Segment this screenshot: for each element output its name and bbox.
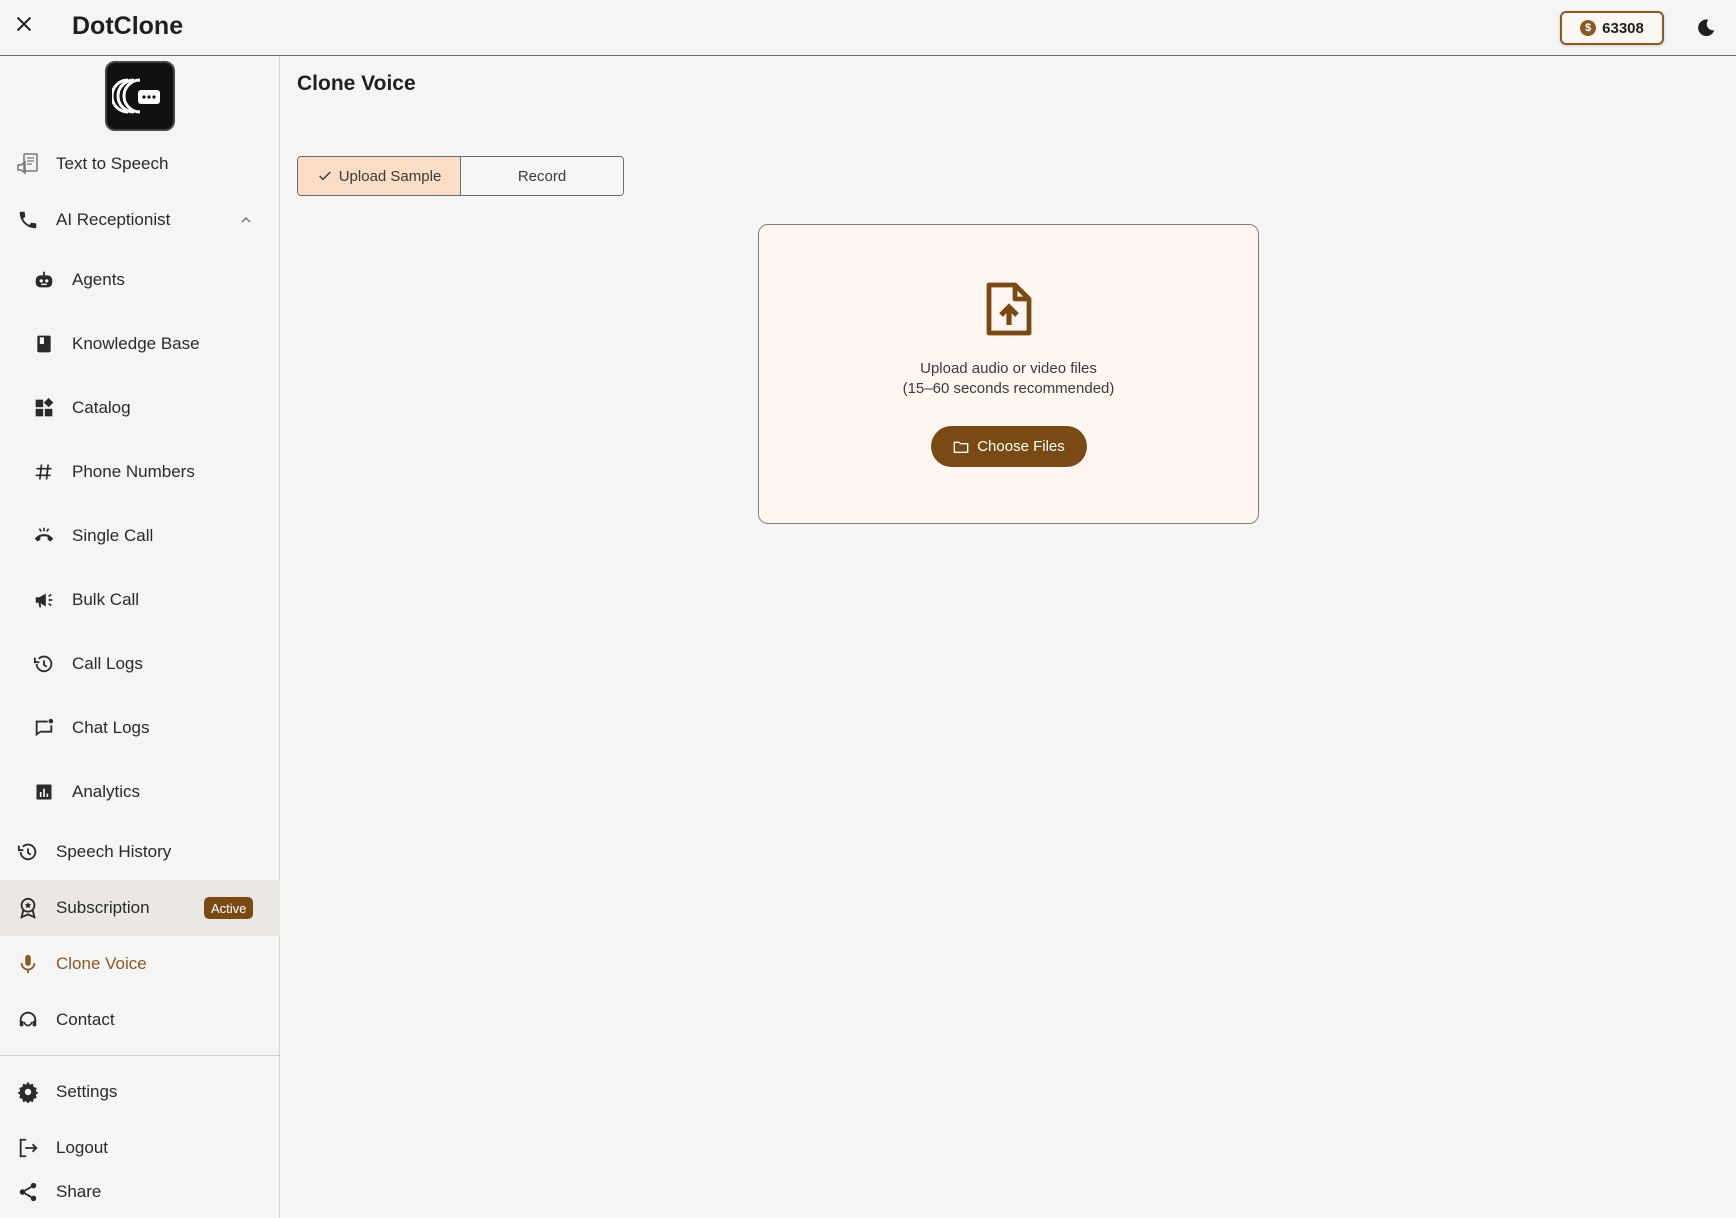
dollar-coin-icon: $ bbox=[1580, 20, 1597, 36]
sidebar-item-label: Analytics bbox=[72, 782, 141, 801]
moon-icon bbox=[1698, 19, 1715, 37]
sidebar-item-text-to-speech[interactable]: Text to Speech bbox=[0, 140, 280, 188]
sidebar-item-label: Chat Logs bbox=[72, 718, 150, 737]
sidebar-item-label: Settings bbox=[56, 1082, 118, 1101]
sidebar-item-label: Single Call bbox=[72, 526, 154, 545]
sidebar-item-logout[interactable]: Logout bbox=[0, 1124, 280, 1172]
sidebar-item-call-logs[interactable]: Call Logs bbox=[0, 640, 280, 688]
sidebar-item-share[interactable]: Share bbox=[0, 1168, 280, 1216]
choose-files-button[interactable]: Choose Files bbox=[931, 426, 1087, 467]
app-logo bbox=[105, 61, 175, 131]
call-end-icon bbox=[32, 524, 56, 548]
chat-icon bbox=[32, 716, 56, 740]
sidebar-item-label: Bulk Call bbox=[72, 590, 140, 609]
gear-icon bbox=[16, 1080, 40, 1104]
upload-instructions: Upload audio or video files (15–60 secon… bbox=[759, 359, 1258, 399]
sidebar-item-label: AI Receptionist bbox=[56, 210, 171, 229]
check-icon bbox=[318, 171, 331, 181]
sidebar-item-catalog[interactable]: Catalog bbox=[0, 384, 280, 432]
book-icon bbox=[32, 332, 56, 356]
logo-mark bbox=[112, 78, 160, 114]
sidebar-item-contact[interactable]: Contact bbox=[0, 996, 280, 1044]
upload-line-2: (15–60 seconds recommended) bbox=[902, 380, 1115, 397]
sidebar-item-label: Subscription bbox=[56, 898, 150, 917]
sidebar-item-label: Knowledge Base bbox=[72, 334, 200, 353]
sidebar-item-chat-logs[interactable]: Chat Logs bbox=[0, 704, 280, 752]
close-button[interactable] bbox=[8, 8, 40, 40]
credits-button[interactable]: $ 63308 bbox=[1560, 11, 1664, 45]
award-icon bbox=[16, 896, 40, 920]
sidebar-item-ai-receptionist[interactable]: AI Receptionist bbox=[0, 196, 280, 244]
sidebar: Text to Speech AI Receptionist Agents Kn… bbox=[0, 56, 280, 1218]
top-bar: DotClone $ 63308 bbox=[0, 0, 1736, 56]
sidebar-item-bulk-call[interactable]: Bulk Call bbox=[0, 576, 280, 624]
phone-icon bbox=[16, 208, 40, 232]
sidebar-item-single-call[interactable]: Single Call bbox=[0, 512, 280, 560]
mic-icon bbox=[16, 952, 40, 976]
choose-files-label: Choose Files bbox=[977, 438, 1065, 455]
folder-icon bbox=[953, 441, 969, 453]
app-title: DotClone bbox=[72, 12, 184, 40]
upload-line-1: Upload audio or video files bbox=[920, 360, 1097, 377]
credits-value: 63308 bbox=[1602, 19, 1644, 37]
sidebar-item-settings[interactable]: Settings bbox=[0, 1068, 280, 1116]
sidebar-item-label: Catalog bbox=[72, 398, 131, 417]
sidebar-item-label: Share bbox=[56, 1182, 102, 1201]
sidebar-item-label: Phone Numbers bbox=[72, 462, 195, 481]
logout-icon bbox=[16, 1136, 40, 1160]
page-title: Clone Voice bbox=[297, 72, 416, 95]
widgets-icon bbox=[32, 396, 56, 420]
sidebar-item-label: Clone Voice bbox=[56, 954, 147, 973]
file-upload-icon bbox=[986, 282, 1032, 336]
sidebar-item-speech-history[interactable]: Speech History bbox=[0, 828, 280, 876]
status-badge: Active bbox=[204, 897, 254, 919]
sidebar-item-label: Text to Speech bbox=[56, 154, 169, 173]
sidebar-item-analytics[interactable]: Analytics bbox=[0, 768, 280, 816]
history-icon bbox=[32, 652, 56, 676]
sidebar-item-agents[interactable]: Agents bbox=[0, 256, 280, 304]
sidebar-item-label: Call Logs bbox=[72, 654, 143, 673]
theme-toggle-button[interactable] bbox=[1692, 14, 1720, 42]
close-icon bbox=[16, 16, 32, 32]
support-icon bbox=[16, 1008, 40, 1032]
hash-icon bbox=[32, 460, 56, 484]
tab-upload-sample[interactable]: Upload Sample bbox=[298, 157, 461, 195]
sidebar-item-clone-voice[interactable]: Clone Voice bbox=[0, 940, 280, 988]
tab-label: Record bbox=[517, 167, 567, 185]
sidebar-item-label: Agents bbox=[72, 270, 125, 289]
tab-label: Upload Sample bbox=[338, 167, 442, 185]
sidebar-item-subscription[interactable]: Subscription Active bbox=[0, 880, 280, 936]
share-icon bbox=[16, 1180, 40, 1204]
sidebar-divider bbox=[0, 1055, 280, 1056]
sidebar-item-label: Contact bbox=[56, 1010, 115, 1029]
sidebar-item-label: Speech History bbox=[56, 842, 172, 861]
tab-record[interactable]: Record bbox=[461, 157, 623, 195]
text-to-speech-icon bbox=[16, 152, 40, 176]
sidebar-item-phone-numbers[interactable]: Phone Numbers bbox=[0, 448, 280, 496]
sidebar-item-label: Logout bbox=[56, 1138, 108, 1157]
megaphone-icon bbox=[32, 588, 56, 612]
robot-icon bbox=[32, 268, 56, 292]
upload-dropzone[interactable]: Upload audio or video files (15–60 secon… bbox=[758, 224, 1259, 524]
chevron-up-icon[interactable] bbox=[234, 208, 258, 232]
history-icon bbox=[16, 840, 40, 864]
analytics-icon bbox=[32, 780, 56, 804]
upload-mode-toggle: Upload Sample Record bbox=[297, 156, 624, 196]
sidebar-item-knowledge-base[interactable]: Knowledge Base bbox=[0, 320, 280, 368]
